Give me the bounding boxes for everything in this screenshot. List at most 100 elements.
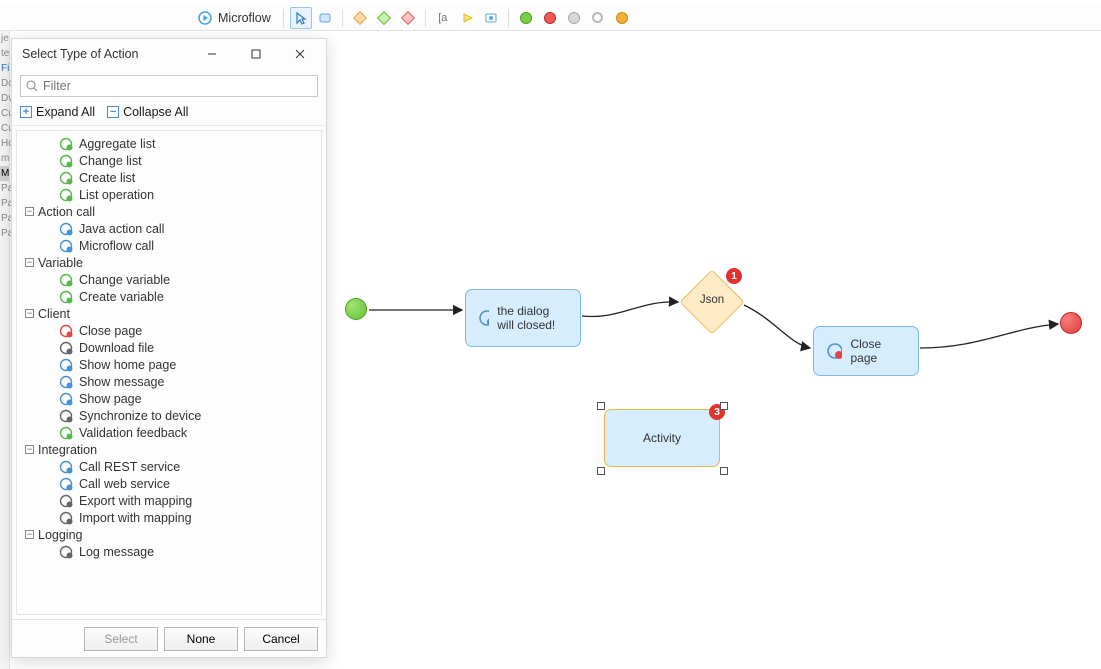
annotation-tool[interactable]: [a (432, 7, 454, 29)
minimize-button[interactable] (190, 40, 234, 68)
toolbar: Microflow [a (0, 5, 1101, 31)
none-button[interactable]: None (164, 627, 238, 651)
expand-all-link[interactable]: +Expand All (20, 105, 95, 119)
tree-item[interactable]: List operation (21, 186, 317, 203)
activity-label: Activity (643, 431, 681, 445)
tree-item[interactable]: Synchronize to device (21, 407, 317, 424)
tree-item-label: Export with mapping (79, 494, 192, 508)
tree-item-label: Validation feedback (79, 426, 187, 440)
action-icon (59, 171, 73, 185)
group-header[interactable]: −Integration (21, 441, 317, 458)
action-icon (59, 188, 73, 202)
select-action-dialog: Select Type of Action +Expand All −Colla… (11, 38, 327, 658)
tree-item-label: Import with mapping (79, 511, 192, 525)
tree-item[interactable]: Close page (21, 322, 317, 339)
tree-item[interactable]: Aggregate list (21, 135, 317, 152)
end-tool[interactable] (539, 7, 561, 29)
activity-show-message[interactable]: the dialog will closed! (465, 289, 581, 347)
dialog-titlebar[interactable]: Select Type of Action (12, 39, 326, 69)
orange-circle-tool[interactable] (611, 7, 633, 29)
tree-item-label: Create list (79, 171, 135, 185)
cancel-button[interactable]: Cancel (244, 627, 318, 651)
action-icon (59, 222, 73, 236)
action-icon (59, 409, 73, 423)
grey-ring-tool[interactable] (587, 7, 609, 29)
tree-item-label: Close page (79, 324, 142, 338)
tree-item-label: Download file (79, 341, 154, 355)
select-button[interactable]: Select (84, 627, 158, 651)
tree-item-label: Show home page (79, 358, 176, 372)
close-button[interactable] (278, 40, 322, 68)
group-header[interactable]: −Logging (21, 526, 317, 543)
tree-item-label: Java action call (79, 222, 164, 236)
tree-item-label: Change list (79, 154, 142, 168)
group-header[interactable]: −Client (21, 305, 317, 322)
error-badge: 1 (726, 268, 742, 284)
action-tree[interactable]: Aggregate list Change list Create listList… (16, 130, 322, 615)
decision-green-tool[interactable] (373, 7, 395, 29)
activity-close-page[interactable]: Close page (813, 326, 919, 376)
tree-item[interactable]: Show message (21, 373, 317, 390)
grey-circle-tool[interactable] (563, 7, 585, 29)
tree-item[interactable]: Show page (21, 390, 317, 407)
tree-item[interactable]: Change variable (21, 271, 317, 288)
decision-json[interactable]: Json 1 (680, 270, 744, 334)
start-tool[interactable] (515, 7, 537, 29)
decision-red-tool[interactable] (397, 7, 419, 29)
maximize-button[interactable] (234, 40, 278, 68)
tree-item[interactable]: Create variable (21, 288, 317, 305)
dialog-title: Select Type of Action (22, 47, 139, 61)
action-icon (59, 392, 73, 406)
selected-activity[interactable]: Activity 3 (604, 409, 720, 467)
resize-handle-nw[interactable] (597, 402, 605, 410)
decision-orange-tool[interactable] (349, 7, 371, 29)
tree-item-label: Call web service (79, 477, 170, 491)
filter-input[interactable] (20, 75, 318, 97)
tree-item[interactable]: Import with mapping (21, 509, 317, 526)
tree-item[interactable]: Java action call (21, 220, 317, 237)
resize-handle-se[interactable] (720, 467, 728, 475)
tree-item-label: Aggregate list (79, 137, 155, 151)
action-icon (59, 494, 73, 508)
tree-item-label: Create variable (79, 290, 164, 304)
tree-item[interactable]: Show home page (21, 356, 317, 373)
action-icon (59, 239, 73, 253)
decision-label: Json (680, 294, 744, 306)
action-icon (59, 511, 73, 525)
group-header[interactable]: −Action call (21, 203, 317, 220)
start-event[interactable] (345, 298, 367, 320)
resize-handle-ne[interactable] (720, 402, 728, 410)
tree-item-label: Synchronize to device (79, 409, 201, 423)
action-icon (59, 358, 73, 372)
activity-label: the dialog will closed! (497, 304, 568, 332)
search-icon (26, 80, 38, 92)
action-icon (59, 460, 73, 474)
tree-item-label: Show page (79, 392, 142, 406)
tree-item[interactable]: Microflow call (21, 237, 317, 254)
tree-item[interactable]: Create list (21, 169, 317, 186)
microflow-title: Microflow (218, 11, 271, 25)
action-icon (59, 426, 73, 440)
resize-handle-sw[interactable] (597, 467, 605, 475)
action-icon (59, 273, 73, 287)
tree-item[interactable]: Call web service (21, 475, 317, 492)
activity-tool[interactable] (314, 7, 336, 29)
end-event[interactable] (1060, 312, 1082, 334)
cursor-tool[interactable] (290, 7, 312, 29)
tree-item-label: Call REST service (79, 460, 180, 474)
tree-item[interactable]: Validation feedback (21, 424, 317, 441)
action-icon (59, 154, 73, 168)
param-tool[interactable] (480, 7, 502, 29)
collapse-all-link[interactable]: −Collapse All (107, 105, 188, 119)
activity-label: Close page (850, 337, 906, 365)
tree-item[interactable]: Download file (21, 339, 317, 356)
tree-item[interactable]: Call REST service (21, 458, 317, 475)
message-icon (478, 309, 489, 327)
tree-item[interactable]: Export with mapping (21, 492, 317, 509)
tree-item[interactable]: Log message (21, 543, 317, 560)
tree-item[interactable]: Change list (21, 152, 317, 169)
tree-item-label: Microflow call (79, 239, 154, 253)
group-header[interactable]: −Variable (21, 254, 317, 271)
tree-item-label: Change variable (79, 273, 170, 287)
loop-tool[interactable] (456, 7, 478, 29)
